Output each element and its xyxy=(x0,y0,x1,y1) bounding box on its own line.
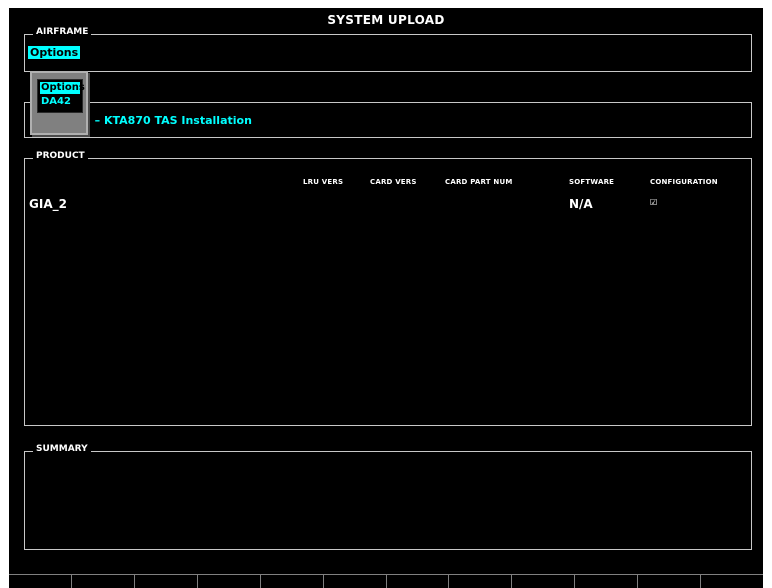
softkey-1[interactable] xyxy=(9,574,71,588)
softkey-3[interactable] xyxy=(133,574,197,588)
popup-list: Options DA42 xyxy=(37,79,85,113)
system-upload-page: SYSTEM UPLOAD AIRFRAME Options n – KTA87… xyxy=(9,8,764,588)
column-header-software: SOFTWARE xyxy=(569,178,615,186)
softkey-8[interactable] xyxy=(448,574,512,588)
softkey-6[interactable] xyxy=(322,574,386,588)
column-header-card-vers: CARD VERS xyxy=(370,178,417,186)
product-label: PRODUCT xyxy=(33,151,88,161)
popup-item-options[interactable]: Options xyxy=(40,82,85,94)
airframe-select[interactable]: Options xyxy=(28,46,81,59)
product-box: PRODUCT LRU VERS CARD VERS CARD PART NUM… xyxy=(24,151,752,426)
summary-label: SUMMARY xyxy=(33,444,91,454)
file-box: n – KTA870 TAS Installation xyxy=(24,102,752,138)
airframe-label: AIRFRAME xyxy=(33,27,92,37)
softkey-4[interactable] xyxy=(196,574,260,588)
softkey-7[interactable] xyxy=(385,574,449,588)
softkey-bar xyxy=(9,574,764,588)
column-header-card-part-num: CARD PART NUM xyxy=(445,178,513,186)
file-selected-value: n – KTA870 TAS Installation xyxy=(83,114,252,127)
column-header-lru-vers: LRU VERS xyxy=(303,178,344,186)
product-name: GIA_2 xyxy=(29,197,67,211)
airframe-popup: Options DA42 xyxy=(30,71,88,135)
column-header-configuration: CONFIGURATION xyxy=(650,178,718,186)
softkey-12[interactable] xyxy=(700,574,764,588)
softkey-10[interactable] xyxy=(574,574,638,588)
softkey-2[interactable] xyxy=(70,574,134,588)
check-icon[interactable]: ☑ xyxy=(650,194,657,208)
file-select[interactable]: n – KTA870 TAS Installation xyxy=(83,114,252,127)
popup-item-da42[interactable]: DA42 xyxy=(38,94,82,108)
airframe-box: AIRFRAME Options xyxy=(24,27,752,72)
software-value: N/A xyxy=(569,197,593,211)
softkey-9[interactable] xyxy=(511,574,575,588)
airframe-selected-value: Options xyxy=(28,46,81,59)
softkey-5[interactable] xyxy=(259,574,323,588)
softkey-11[interactable] xyxy=(637,574,701,588)
summary-box: SUMMARY xyxy=(24,444,752,550)
page-title: SYSTEM UPLOAD xyxy=(327,13,445,27)
